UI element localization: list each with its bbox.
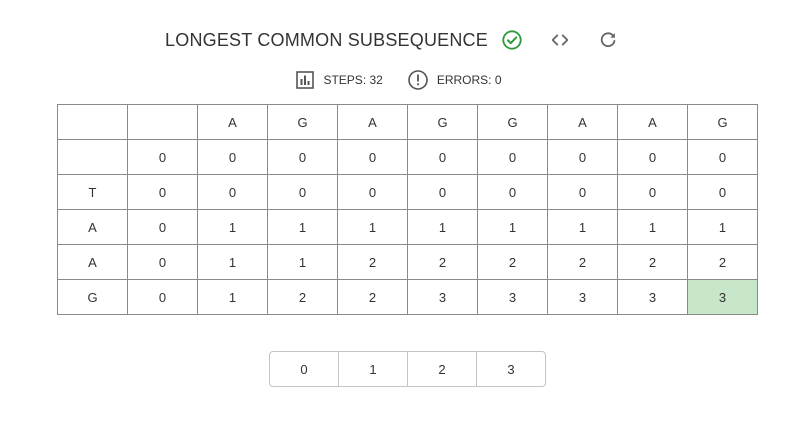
table-cell[interactable]: 1	[197, 279, 268, 315]
table-cell[interactable]: 1	[197, 244, 268, 280]
table-cell[interactable]: 1	[267, 209, 338, 245]
error-outline-icon	[408, 70, 428, 90]
table-cell[interactable]: 0	[267, 174, 338, 210]
table-cell[interactable]: 1	[267, 244, 338, 280]
table-cell[interactable]: 2	[617, 244, 688, 280]
table-cell: G	[57, 279, 128, 315]
table-cell[interactable]: 1	[337, 209, 408, 245]
table-cell[interactable]: 0	[337, 139, 408, 175]
table-cell[interactable]: 0	[267, 139, 338, 175]
table-cell[interactable]: 0	[477, 139, 548, 175]
table-cell[interactable]: 2	[337, 244, 408, 280]
answer-option[interactable]: 3	[477, 352, 545, 386]
table-cell[interactable]: 3	[687, 279, 758, 315]
table-cell	[57, 139, 128, 175]
table-cell[interactable]: 1	[547, 209, 618, 245]
table-cell: G	[477, 104, 548, 140]
table-cell: A	[197, 104, 268, 140]
errors-label: ERRORS: 0	[436, 73, 502, 87]
bar-chart-icon	[296, 71, 315, 89]
table-cell: A	[547, 104, 618, 140]
answer-options: 0123	[269, 351, 546, 387]
table-cell[interactable]: 1	[477, 209, 548, 245]
lcs-table: AGAGGAAG000000000T000000000A011111111A01…	[57, 104, 758, 315]
table-cell[interactable]: 1	[617, 209, 688, 245]
table-row: T000000000	[57, 174, 758, 210]
table-cell[interactable]: 0	[547, 139, 618, 175]
table-cell: G	[407, 104, 478, 140]
table-cell[interactable]: 0	[197, 174, 268, 210]
table-cell[interactable]: 2	[547, 244, 618, 280]
table-cell[interactable]: 0	[407, 174, 478, 210]
table-cell[interactable]: 3	[477, 279, 548, 315]
stats-bar: STEPS: 32 ERRORS: 0	[0, 68, 797, 92]
table-cell[interactable]: 3	[407, 279, 478, 315]
table-cell[interactable]: 2	[477, 244, 548, 280]
table-cell: A	[57, 244, 128, 280]
page-title: LONGEST COMMON SUBSEQUENCE	[165, 29, 488, 50]
table-cell[interactable]: 2	[687, 244, 758, 280]
table-cell: G	[687, 104, 758, 140]
table-cell	[57, 104, 128, 140]
table-cell[interactable]: 0	[127, 244, 198, 280]
table-row: G012233333	[57, 279, 758, 315]
table-cell[interactable]: 1	[197, 209, 268, 245]
table-cell[interactable]: 1	[407, 209, 478, 245]
table-row: A011111111	[57, 209, 758, 245]
table-cell[interactable]: 2	[337, 279, 408, 315]
table-cell[interactable]: 0	[687, 174, 758, 210]
code-icon[interactable]	[548, 28, 572, 52]
table-cell[interactable]: 0	[337, 174, 408, 210]
check-circle-icon	[500, 28, 524, 52]
answer-option[interactable]: 0	[270, 352, 339, 386]
table-cell[interactable]: 0	[407, 139, 478, 175]
table-cell: A	[57, 209, 128, 245]
header: LONGEST COMMON SUBSEQUENCE	[0, 24, 797, 56]
table-cell[interactable]: 3	[617, 279, 688, 315]
answer-option[interactable]: 1	[339, 352, 408, 386]
table-cell[interactable]: 0	[617, 174, 688, 210]
table-cell[interactable]: 2	[267, 279, 338, 315]
table-row: AGAGGAAG	[57, 104, 758, 140]
table-row: 000000000	[57, 139, 758, 175]
table-cell: A	[337, 104, 408, 140]
table-cell: G	[267, 104, 338, 140]
table-cell[interactable]: 0	[127, 139, 198, 175]
answer-option[interactable]: 2	[408, 352, 477, 386]
steps-stat: STEPS: 32	[295, 70, 383, 90]
errors-stat: ERRORS: 0	[407, 69, 502, 91]
refresh-icon[interactable]	[596, 28, 620, 52]
table-cell[interactable]: 2	[407, 244, 478, 280]
steps-label: STEPS: 32	[323, 73, 383, 87]
table-cell[interactable]: 0	[127, 174, 198, 210]
table-cell[interactable]: 0	[127, 279, 198, 315]
table-cell	[127, 104, 198, 140]
table-cell: T	[57, 174, 128, 210]
table-cell[interactable]: 1	[687, 209, 758, 245]
table-cell[interactable]: 0	[547, 174, 618, 210]
table-row: A011222222	[57, 244, 758, 280]
table-cell[interactable]: 0	[127, 209, 198, 245]
table-cell[interactable]: 0	[197, 139, 268, 175]
table-cell: A	[617, 104, 688, 140]
table-cell[interactable]: 0	[617, 139, 688, 175]
table-cell[interactable]: 3	[547, 279, 618, 315]
table-cell[interactable]: 0	[477, 174, 548, 210]
table-cell[interactable]: 0	[687, 139, 758, 175]
